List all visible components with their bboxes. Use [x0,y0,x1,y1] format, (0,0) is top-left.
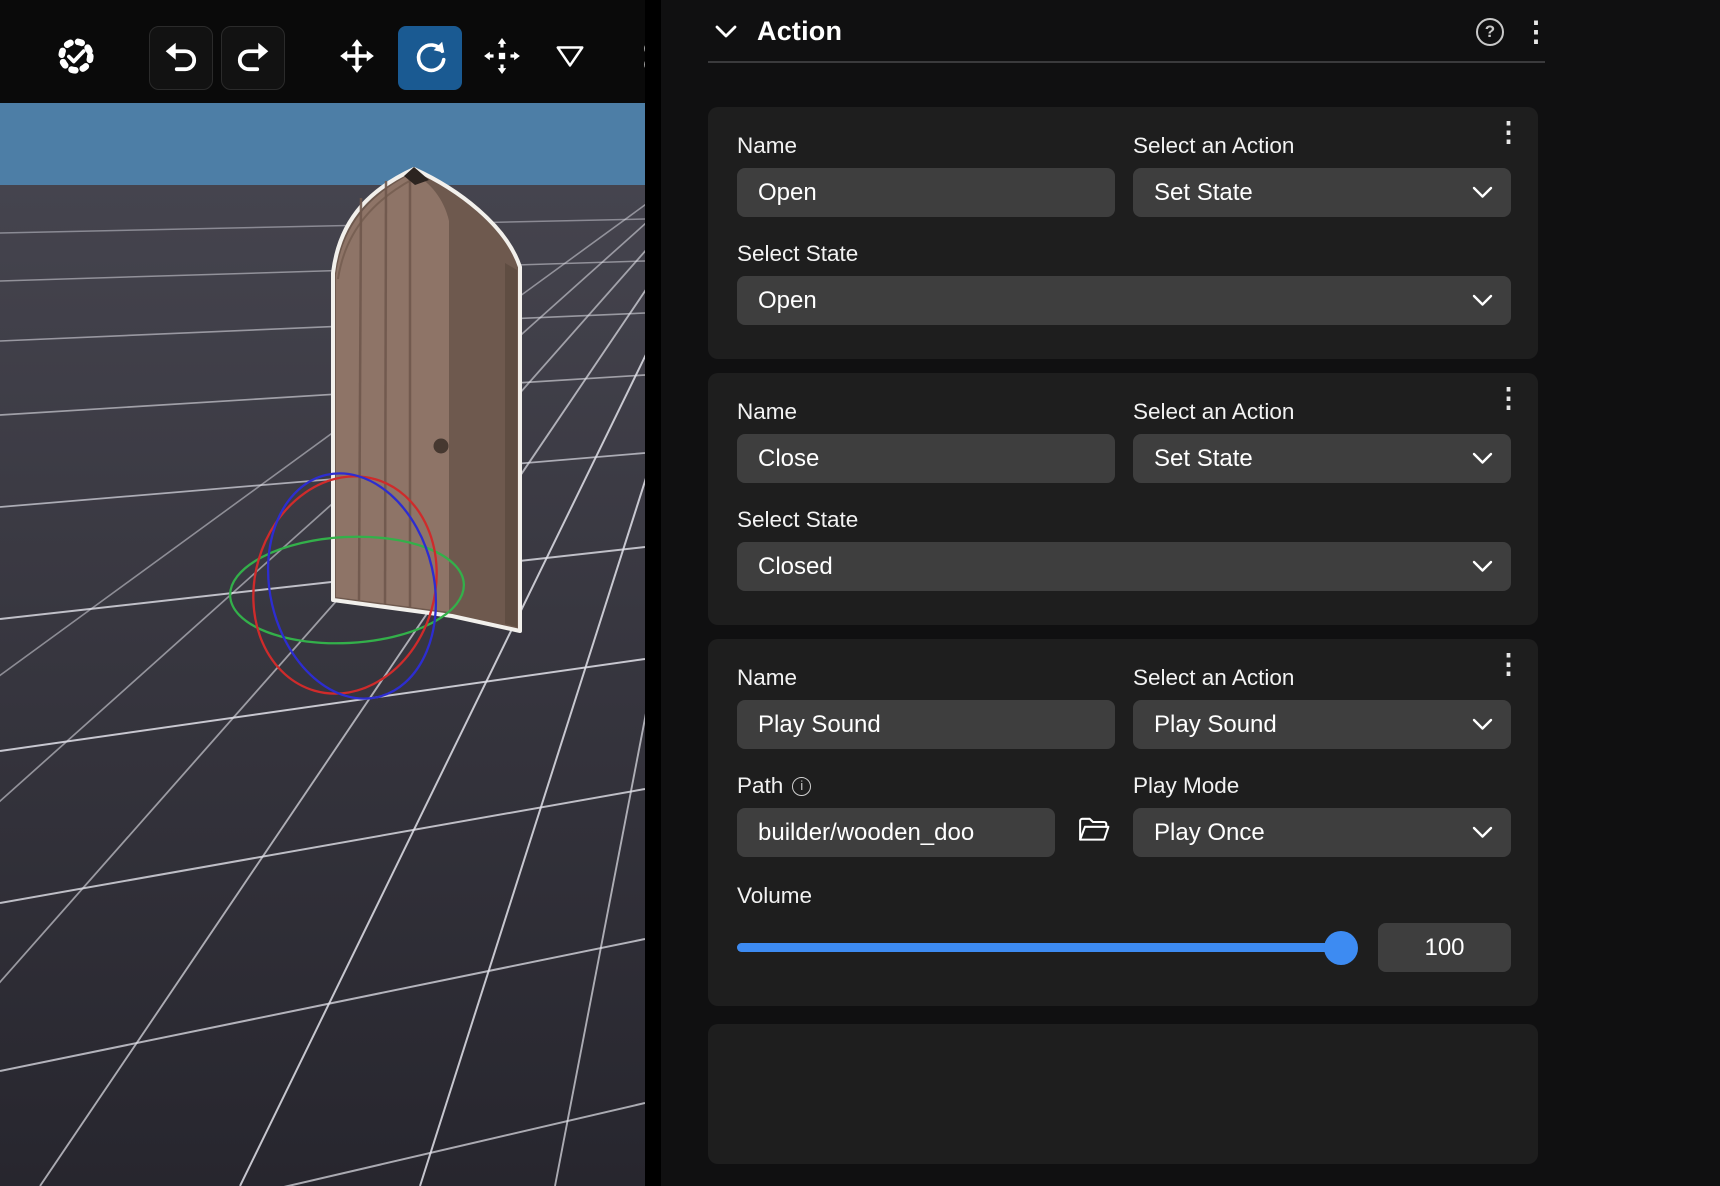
chevron-down-icon [1472,452,1493,465]
folder-open-icon [1078,816,1110,849]
card-kebab-menu-icon[interactable]: ⋮ [1495,385,1522,412]
action-type-select[interactable]: Set State [1133,434,1511,483]
redo-icon [234,37,272,80]
state-label: Select State [737,507,1511,533]
chevron-down-icon [1472,294,1493,307]
action-card-close: ⋮ Name Close Select an Action Set State [708,373,1538,625]
volume-label: Volume [737,883,1511,909]
state-select[interactable]: Open [737,276,1511,325]
clipped-tool-icon [635,37,645,80]
rotate-tool-icon [411,37,449,80]
move-tool-button[interactable] [325,26,389,90]
settings-badge-icon [54,34,98,83]
rotate-tool-button[interactable] [398,26,462,90]
play-mode-select[interactable]: Play Once [1133,808,1511,857]
action-card-play-sound: ⋮ Name Play Sound Select an Action Play … [708,639,1538,1006]
name-label: Name [737,665,1115,691]
shape-dropdown-icon [553,39,587,78]
help-icon[interactable]: ? [1476,18,1504,46]
panel-divider [645,0,661,1186]
action-type-label: Select an Action [1133,665,1511,691]
shape-dropdown-button[interactable] [538,26,602,90]
volume-slider-track[interactable] [737,943,1356,952]
action-card-open: ⋮ Name Open Select an Action Set State [708,107,1538,359]
action-type-select[interactable]: Play Sound [1133,700,1511,749]
action-type-select[interactable]: Set State [1133,168,1511,217]
undo-button[interactable] [149,26,213,90]
action-card-partial [708,1024,1538,1164]
3d-viewport[interactable] [0,0,645,1186]
card-kebab-menu-icon[interactable]: ⋮ [1495,119,1522,146]
panel-title: Action [757,16,842,47]
browse-folder-button[interactable] [1073,812,1115,854]
settings-badge-button[interactable] [44,26,108,90]
header-divider [708,61,1545,63]
door-knob [434,439,449,454]
info-icon[interactable]: i [792,777,811,796]
play-mode-label: Play Mode [1133,773,1511,799]
chevron-down-icon [1472,718,1493,731]
chevron-down-icon [1472,560,1493,573]
action-name-input[interactable]: Close [737,434,1115,483]
sound-path-input[interactable]: builder/wooden_doo [737,808,1055,857]
volume-value[interactable]: 100 [1378,923,1511,972]
path-label: Path i [737,773,1115,799]
viewport-toolbar [0,0,645,103]
scale-tool-icon [483,37,521,80]
action-name-input[interactable]: Play Sound [737,700,1115,749]
state-label: Select State [737,241,1511,267]
chevron-down-icon [1472,186,1493,199]
undo-icon [162,37,200,80]
action-properties-panel: Action ? ⋮ ⋮ Name Open Select an Action … [661,0,1720,1186]
state-select[interactable]: Closed [737,542,1511,591]
scene-canvas[interactable] [0,103,645,1186]
chevron-down-icon[interactable] [715,25,737,39]
name-label: Name [737,133,1115,159]
action-type-label: Select an Action [1133,133,1511,159]
action-type-label: Select an Action [1133,399,1511,425]
move-tool-icon [338,37,376,80]
chevron-down-icon [1472,826,1493,839]
panel-header: Action ? ⋮ [661,0,1720,61]
panel-kebab-menu-icon[interactable]: ⋮ [1522,18,1550,46]
redo-button[interactable] [221,26,285,90]
clipped-tool-button[interactable] [622,26,645,90]
volume-slider-thumb[interactable] [1324,931,1358,965]
sky [0,103,645,185]
volume-slider[interactable] [737,930,1356,966]
volume-slider-fill [737,943,1356,952]
action-name-input[interactable]: Open [737,168,1115,217]
wooden-door[interactable] [333,167,520,631]
app-root: Action ? ⋮ ⋮ Name Open Select an Action … [0,0,1720,1186]
name-label: Name [737,399,1115,425]
card-kebab-menu-icon[interactable]: ⋮ [1495,651,1522,678]
scale-tool-button[interactable] [470,26,534,90]
